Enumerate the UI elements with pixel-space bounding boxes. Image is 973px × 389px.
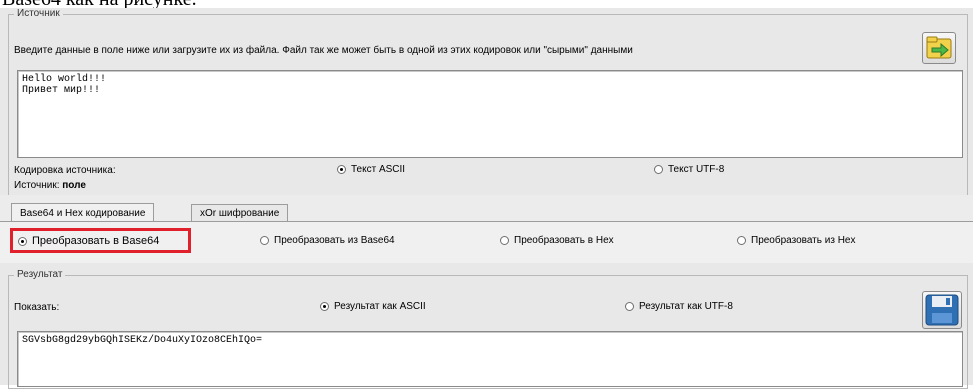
op-to-hex-radio[interactable]: Преобразовать в Hex: [500, 235, 614, 246]
source-status-prefix: Источник:: [14, 180, 60, 191]
save-result-button[interactable]: [922, 291, 962, 329]
radio-indicator: [18, 236, 27, 246]
radio-indicator: [260, 236, 269, 245]
source-legend: Источник: [14, 8, 63, 19]
op-from-hex-radio[interactable]: Преобразовать из Hex: [737, 235, 856, 246]
folder-load-icon: [926, 36, 952, 59]
op-to-base64-radio[interactable]: Преобразовать в Base64: [18, 235, 159, 247]
result-utf8-radio[interactable]: Результат как UTF-8: [625, 301, 733, 312]
result-ascii-label: Результат как ASCII: [334, 301, 426, 312]
op-from-base64-label: Преобразовать из Base64: [274, 235, 395, 246]
source-instruction: Введите данные в поле ниже или загрузите…: [14, 45, 633, 56]
encoding-ascii-radio[interactable]: Текст ASCII: [337, 164, 405, 175]
tab-xor[interactable]: xOr шифрование: [191, 204, 289, 222]
op-from-hex-label: Преобразовать из Hex: [751, 235, 856, 246]
radio-indicator: [654, 165, 663, 174]
encoding-utf8-label: Текст UTF-8: [668, 164, 725, 175]
result-panel: Результат Показать: Результат как ASCII …: [0, 263, 973, 389]
source-status-value: поле: [62, 180, 86, 191]
encoding-utf8-radio[interactable]: Текст UTF-8: [654, 164, 724, 175]
result-utf8-label: Результат как UTF-8: [639, 301, 733, 312]
radio-indicator: [500, 236, 509, 245]
radio-indicator: [625, 302, 634, 311]
operations-panel: Преобразовать в Base64 Преобразовать из …: [0, 221, 973, 264]
result-output[interactable]: SGVsbG8gd29ybGQhISEKz/Do4uXyIOzo8CEhIQo=: [17, 331, 963, 387]
op-to-hex-label: Преобразовать в Hex: [514, 235, 614, 246]
encoding-ascii-label: Текст ASCII: [351, 164, 406, 175]
result-legend: Результат: [14, 269, 66, 280]
source-input[interactable]: Hello world!!! Привет мир!!!: [17, 70, 963, 158]
floppy-save-icon: [925, 294, 959, 326]
source-status: Источник: поле: [14, 180, 86, 191]
encoding-label: Кодировка источника:: [14, 165, 116, 176]
op-to-base64-label: Преобразовать в Base64: [32, 235, 160, 247]
load-file-button[interactable]: [922, 32, 956, 64]
op-from-base64-radio[interactable]: Преобразовать из Base64: [260, 235, 395, 246]
source-panel: Источник Введите данные в поле ниже или …: [0, 8, 973, 196]
radio-indicator: [320, 302, 329, 311]
radio-indicator: [737, 236, 746, 245]
tab-strip: Base64 и Hex кодирование xOr шифрование: [0, 195, 973, 225]
radio-indicator: [337, 165, 346, 174]
result-ascii-radio[interactable]: Результат как ASCII: [320, 301, 426, 312]
show-label: Показать:: [14, 302, 60, 313]
document-text-fragment: Base64 как на рисунке.: [0, 0, 973, 8]
